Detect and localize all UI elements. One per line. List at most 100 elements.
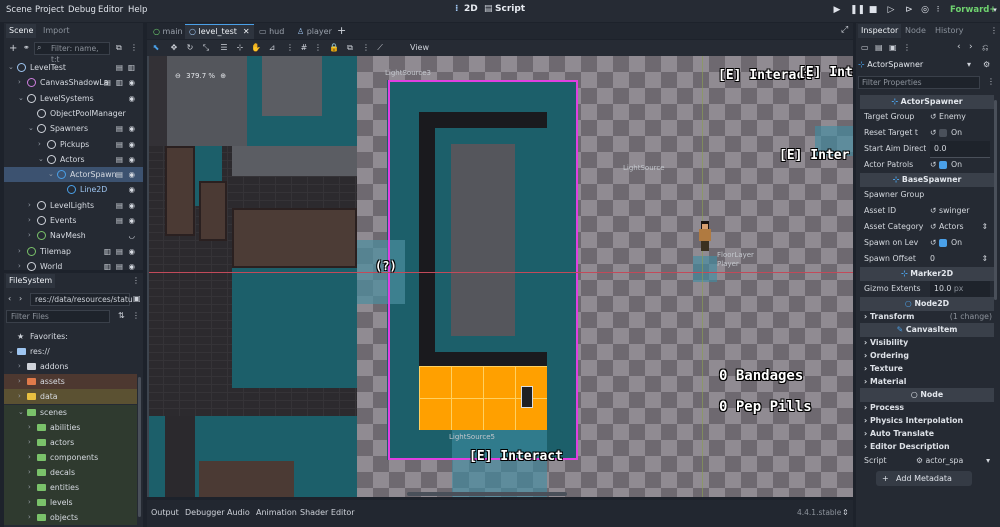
close-icon[interactable]: ✕ [243,27,250,36]
script-icon[interactable]: ▤ [116,259,123,274]
checkbox-unchecked[interactable] [939,129,948,137]
dropdown-icon[interactable]: ▾ [967,60,971,69]
distraction-free-icon[interactable]: ⤢ [841,25,848,35]
tab-import[interactable]: Import [40,24,73,38]
group-physics-interpolation[interactable]: › Physics Interpolation [864,414,963,427]
scene-tab-hud[interactable]: ▭ hud [255,25,288,38]
expand-arrow-icon[interactable]: ⌄ [28,121,34,136]
scene-tree-item[interactable]: › Events ◉ ▤ [4,213,143,228]
script-icon[interactable]: ▤ [116,152,123,167]
menu-editor[interactable]: Editor [98,5,123,15]
script-icon[interactable]: ▤ [116,121,123,136]
pan-tool-icon[interactable]: ✋ [251,43,261,53]
visibility-eye-icon[interactable]: ◉ [128,75,135,90]
selected-node[interactable]: ⊹ ActorSpawner [858,58,978,72]
inspector-scrollbar[interactable] [994,100,997,300]
scene-tree-item[interactable]: › Tilemap ◉ ▤ ▥ [4,244,143,259]
expand-arrow-icon[interactable]: › [28,435,31,450]
sort-icon[interactable]: ⇅ [118,311,125,320]
add-metadata-button[interactable]: + Add Metadata [876,471,972,486]
prop-value-field[interactable]: ↺ Actors ⇕ [930,219,994,235]
history-back-icon[interactable]: ‹ [957,42,961,52]
group-process[interactable]: › Process [864,401,904,414]
open-resource-icon[interactable]: ▤ [875,43,883,52]
dropdown-icon[interactable]: ▾ [986,453,990,469]
add-tab-icon[interactable]: + [337,24,346,37]
scene-instance-icon[interactable]: ▥ [104,244,111,259]
play-scene-icon[interactable]: ▷ [886,5,896,15]
new-resource-icon[interactable]: ▭ [861,43,869,52]
scene-tree-item[interactable]: ObjectPoolManager [4,106,143,121]
expand-arrow-icon[interactable]: ⌄ [18,91,24,106]
filesystem-item[interactable]: ★ Favorites: [4,329,137,344]
script-icon[interactable]: ▤ [116,137,123,152]
back-icon[interactable]: ‹ [8,294,11,303]
scene-menu-icon[interactable]: ⋮ [130,43,138,52]
visibility-eye-icon[interactable]: ◉ [128,137,135,152]
script-icon[interactable]: ▤ [116,167,123,182]
revert-icon[interactable]: ↺ [930,128,939,137]
group-editor-description[interactable]: › Editor Description [864,440,950,453]
expand-arrow-icon[interactable]: ⌄ [18,405,24,420]
expand-arrow-icon[interactable]: › [18,389,21,404]
mode-2d-button[interactable]: 2D [464,4,478,14]
prop-value-field[interactable]: 0 ⇕ [930,251,994,267]
menu-project[interactable]: Project [35,5,64,15]
script-resource-field[interactable]: ⚙ actor_spa ▾ [916,453,994,469]
visibility-eye-icon[interactable]: ◉ [128,182,135,197]
scene-tree-item[interactable]: › LevelLights ◉ ▤ [4,198,143,213]
scene-tab-level-test[interactable]: ○ level_test ✕ [185,24,254,39]
tab-inspector[interactable]: Inspector [858,24,902,38]
group-auto-translate[interactable]: › Auto Translate [864,427,934,440]
scene-instance-icon[interactable]: ▥ [128,60,135,75]
ruler-tool-icon[interactable]: ⊿ [267,43,277,53]
scene-tree-item[interactable]: ⌄ LevelSystems ◉ [4,91,143,106]
dock-options-icon[interactable]: ⋮ [132,276,140,285]
fs-menu-icon[interactable]: ⋮ [132,311,140,320]
prop-value-field[interactable]: ↺ On [930,157,994,173]
save-resource-icon[interactable]: ▣ [889,43,897,52]
checkbox-checked[interactable] [939,161,948,169]
filesystem-item[interactable]: › objects [4,510,137,526]
expand-arrow-icon[interactable]: › [38,137,41,152]
expand-arrow-icon[interactable]: › [28,420,31,435]
visibility-eye-icon[interactable]: ◉ [128,91,135,106]
scene-tree-item[interactable]: › CanvasShadowLa ◉ ▥ ▤ [4,75,143,90]
filesystem-scrollbar[interactable] [138,377,141,517]
link-icon[interactable]: ⚭ [23,43,30,52]
visibility-eye-icon[interactable]: ◉ [128,213,135,228]
filesystem-item[interactable]: › components [4,449,137,465]
revert-icon[interactable]: ↺ [930,238,939,247]
script-icon[interactable]: ▤ [116,244,123,259]
expand-arrow-icon[interactable]: › [18,359,21,374]
expand-arrow-icon[interactable]: › [28,198,31,213]
grid-snap-icon[interactable]: # [299,43,309,53]
group-transform[interactable]: › Transform (1 change) [864,310,992,323]
checkbox-checked[interactable] [939,239,948,247]
expand-arrow-icon[interactable]: ⌄ [48,167,54,182]
snap-options-icon[interactable]: ⋮ [313,43,323,53]
filesystem-filter-input[interactable]: Filter Files [6,310,110,323]
filesystem-item[interactable]: › addons [4,359,137,374]
expand-arrow-icon[interactable]: ⌄ [8,344,14,359]
skeleton-icon[interactable]: ⋮ [361,43,371,53]
select-tool-icon[interactable]: ⬉ [151,43,161,53]
filesystem-item[interactable]: ⌄ res:// [4,344,137,359]
revert-icon[interactable]: ↺ [930,112,939,121]
menu-scene[interactable]: Scene [6,5,32,15]
group-texture[interactable]: › Texture [864,362,903,375]
filesystem-item[interactable]: › actors [4,434,137,450]
prop-value-field[interactable]: ↺ On [930,125,994,141]
scene-instance-icon[interactable]: ▥ [116,75,123,90]
smart-snap-icon[interactable]: ⋮ [285,43,295,53]
revert-icon[interactable]: ↺ [930,222,939,231]
visibility-eye-icon[interactable]: ◉ [128,259,135,274]
canvas-viewport[interactable]: ⊖ 379.7 % ⊕ LightSource3 LightSource Lig… [147,56,853,497]
script-icon[interactable]: ▤ [116,198,123,213]
visibility-eye-icon[interactable]: ◉ [128,121,135,136]
scene-tree-item[interactable]: Line2D ◉ [4,182,143,197]
history-icon[interactable]: ⎌ [982,43,988,53]
path-field[interactable]: res://data/resources/statu [30,293,133,306]
expand-arrow-icon[interactable]: › [18,259,21,274]
bottom-tab-output[interactable]: Output [151,508,179,517]
